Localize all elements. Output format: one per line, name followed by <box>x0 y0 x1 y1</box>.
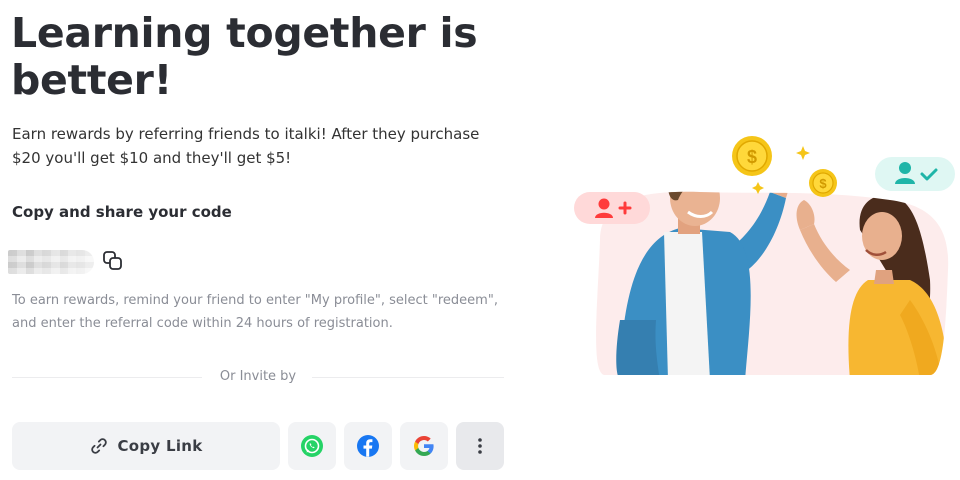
facebook-icon <box>357 435 379 457</box>
copy-link-button[interactable]: Copy Link <box>12 422 280 470</box>
referral-code-blurred <box>8 250 94 274</box>
svg-text:$: $ <box>819 176 827 191</box>
verified-friend-badge <box>875 157 955 191</box>
whatsapp-icon <box>301 435 323 457</box>
link-icon <box>91 438 108 454</box>
invite-divider: Or Invite by <box>12 368 504 386</box>
copy-link-label: Copy Link <box>117 437 203 455</box>
more-vertical-icon <box>478 438 482 454</box>
share-google-button[interactable] <box>400 422 448 470</box>
share-facebook-button[interactable] <box>344 422 392 470</box>
copy-share-heading: Copy and share your code <box>12 203 232 221</box>
google-icon <box>414 436 434 456</box>
more-share-options-button[interactable] <box>456 422 504 470</box>
coin-icon: $ <box>732 136 772 176</box>
redeem-hint: To earn rewards, remind your friend to e… <box>12 293 498 331</box>
svg-text:$: $ <box>747 147 757 167</box>
copy-icon <box>103 251 122 270</box>
share-whatsapp-button[interactable] <box>288 422 336 470</box>
coin-icon: $ <box>809 169 837 197</box>
page-title: Learning together is better! <box>11 9 478 104</box>
intro-text: Earn rewards by referring friends to ita… <box>12 125 480 167</box>
copy-code-button[interactable] <box>102 250 124 272</box>
add-friend-badge <box>574 192 650 224</box>
referral-illustration: $ $ <box>560 120 960 380</box>
